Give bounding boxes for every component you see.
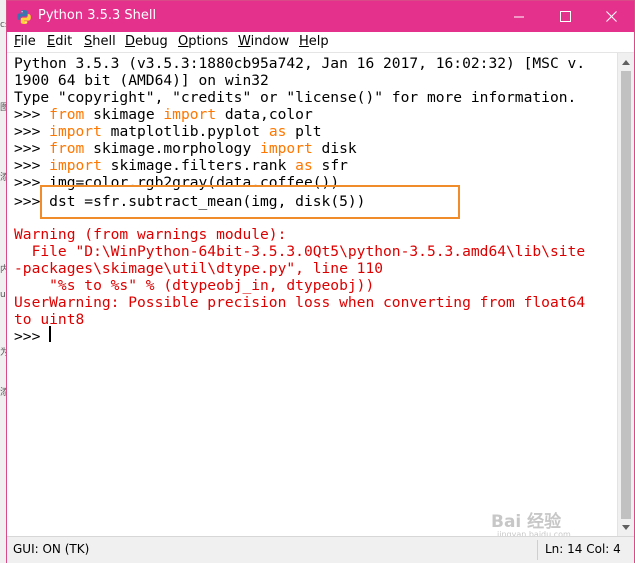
code-text: skimage	[84, 106, 164, 123]
annotation-highlight-box	[40, 185, 460, 219]
menu-help-label: elp	[308, 34, 329, 49]
menu-debug-label: ebug	[135, 34, 168, 49]
status-divider	[537, 540, 538, 560]
maximize-icon	[559, 11, 571, 22]
shell-prompt: >>>	[14, 157, 50, 174]
close-icon	[605, 11, 617, 22]
baidu-jingyan-watermark: Bai 经验 jingyan.baidu.com	[491, 506, 601, 539]
python-logo-icon	[17, 10, 31, 24]
input-line[interactable]: >>>	[14, 328, 49, 345]
banner-line: 1900 64 bit (AMD64)] on win32	[14, 72, 269, 89]
menu-edit-mnemonic: E	[47, 34, 56, 49]
close-button[interactable]	[588, 1, 634, 32]
idle-shell-window: Python 3.5.3 Shell File Edit Shell Debug…	[6, 0, 635, 563]
scroll-thumb[interactable]	[621, 71, 631, 519]
gui-status: GUI: ON (TK)	[13, 542, 90, 556]
keyword: from	[49, 140, 85, 157]
maximize-button[interactable]	[542, 1, 588, 32]
menu-file-label: ile	[20, 34, 36, 49]
menu-options-label: ptions	[188, 34, 229, 49]
title-bar[interactable]: Python 3.5.3 Shell	[7, 1, 634, 32]
menu-debug-mnemonic: D	[125, 34, 136, 49]
command-line: >>> import matplotlib.pyplot as plt	[14, 123, 322, 140]
keyword: import	[163, 106, 217, 123]
shell-prompt: >>>	[14, 106, 50, 123]
menu-help-mnemonic: H	[299, 34, 309, 49]
menu-shell[interactable]: Shell	[84, 34, 116, 49]
code-text: sfr	[312, 157, 348, 174]
warning-line: UserWarning: Possible precision loss whe…	[14, 294, 586, 311]
code-text: plt	[286, 123, 322, 140]
window-title: Python 3.5.3 Shell	[38, 8, 157, 23]
minimize-icon	[513, 16, 524, 18]
warning-line: File "D:\WinPython-64bit-3.5.3.0Qt5\pyth…	[14, 243, 586, 260]
keyword: import	[49, 123, 102, 140]
command-line: >>> from skimage import data,color	[14, 106, 313, 123]
scroll-down-button[interactable]	[618, 519, 634, 535]
menu-options-mnemonic: O	[178, 34, 189, 49]
menu-debug[interactable]: Debug	[125, 34, 168, 49]
baidu-paw-logo: Bai 经验 jingyan.baidu.com	[491, 511, 571, 539]
code-text: matplotlib.pyplot	[101, 123, 269, 140]
banner-line: Python 3.5.3 (v3.5.3:1880cb95a742, Jan 1…	[14, 55, 586, 72]
menu-options[interactable]: Options	[178, 34, 228, 49]
code-text: data,color	[216, 106, 313, 123]
text-cursor	[49, 326, 51, 342]
scroll-up-button[interactable]	[618, 54, 634, 70]
code-text: skimage.morphology	[84, 140, 261, 157]
shell-prompt: >>>	[14, 123, 50, 140]
menu-edit[interactable]: Edit	[47, 34, 72, 49]
status-bar: GUI: ON (TK) Ln: 14 Col: 4	[7, 536, 634, 563]
menu-edit-label: dit	[55, 34, 73, 49]
keyword: as	[268, 123, 287, 140]
minimize-button[interactable]	[496, 1, 542, 32]
menu-shell-label: hell	[92, 34, 116, 49]
command-line: >>> from skimage.morphology import disk	[14, 140, 357, 157]
warning-line: "%s to %s" % (dtypeobj_in, dtypeobj))	[14, 277, 375, 294]
chevron-up-icon	[622, 59, 630, 65]
keyword: import	[49, 157, 102, 174]
command-line: >>> import skimage.filters.rank as sfr	[14, 157, 348, 174]
keyword: as	[295, 157, 313, 174]
cursor-position: Ln: 14 Col: 4	[545, 542, 621, 556]
warning-line: Warning (from warnings module):	[14, 226, 287, 243]
vertical-scrollbar[interactable]	[617, 53, 634, 536]
shell-prompt: >>>	[14, 328, 50, 345]
shell-prompt: >>>	[14, 140, 50, 157]
menu-window-mnemonic: W	[238, 34, 251, 49]
code-text: disk	[312, 140, 357, 157]
menu-window-label: indow	[250, 34, 290, 49]
banner-line: Type "copyright", "credits" or "license(…	[14, 89, 577, 106]
menu-window[interactable]: Window	[238, 34, 289, 49]
warning-line: -packages\skimage\util\dtype.py", line 1…	[14, 260, 384, 277]
watermark-text: Bai 经验	[491, 511, 562, 532]
menu-help[interactable]: Help	[299, 34, 329, 49]
shell-text-area[interactable]: Python 3.5.3 (v3.5.3:1880cb95a742, Jan 1…	[7, 53, 617, 536]
keyword: from	[49, 106, 85, 123]
menu-file[interactable]: File	[14, 34, 36, 49]
code-text: skimage.filters.rank	[101, 157, 296, 174]
keyword: import	[260, 140, 313, 157]
menu-bar: File Edit Shell Debug Options Window Hel…	[7, 32, 634, 52]
chevron-down-icon	[622, 524, 630, 530]
